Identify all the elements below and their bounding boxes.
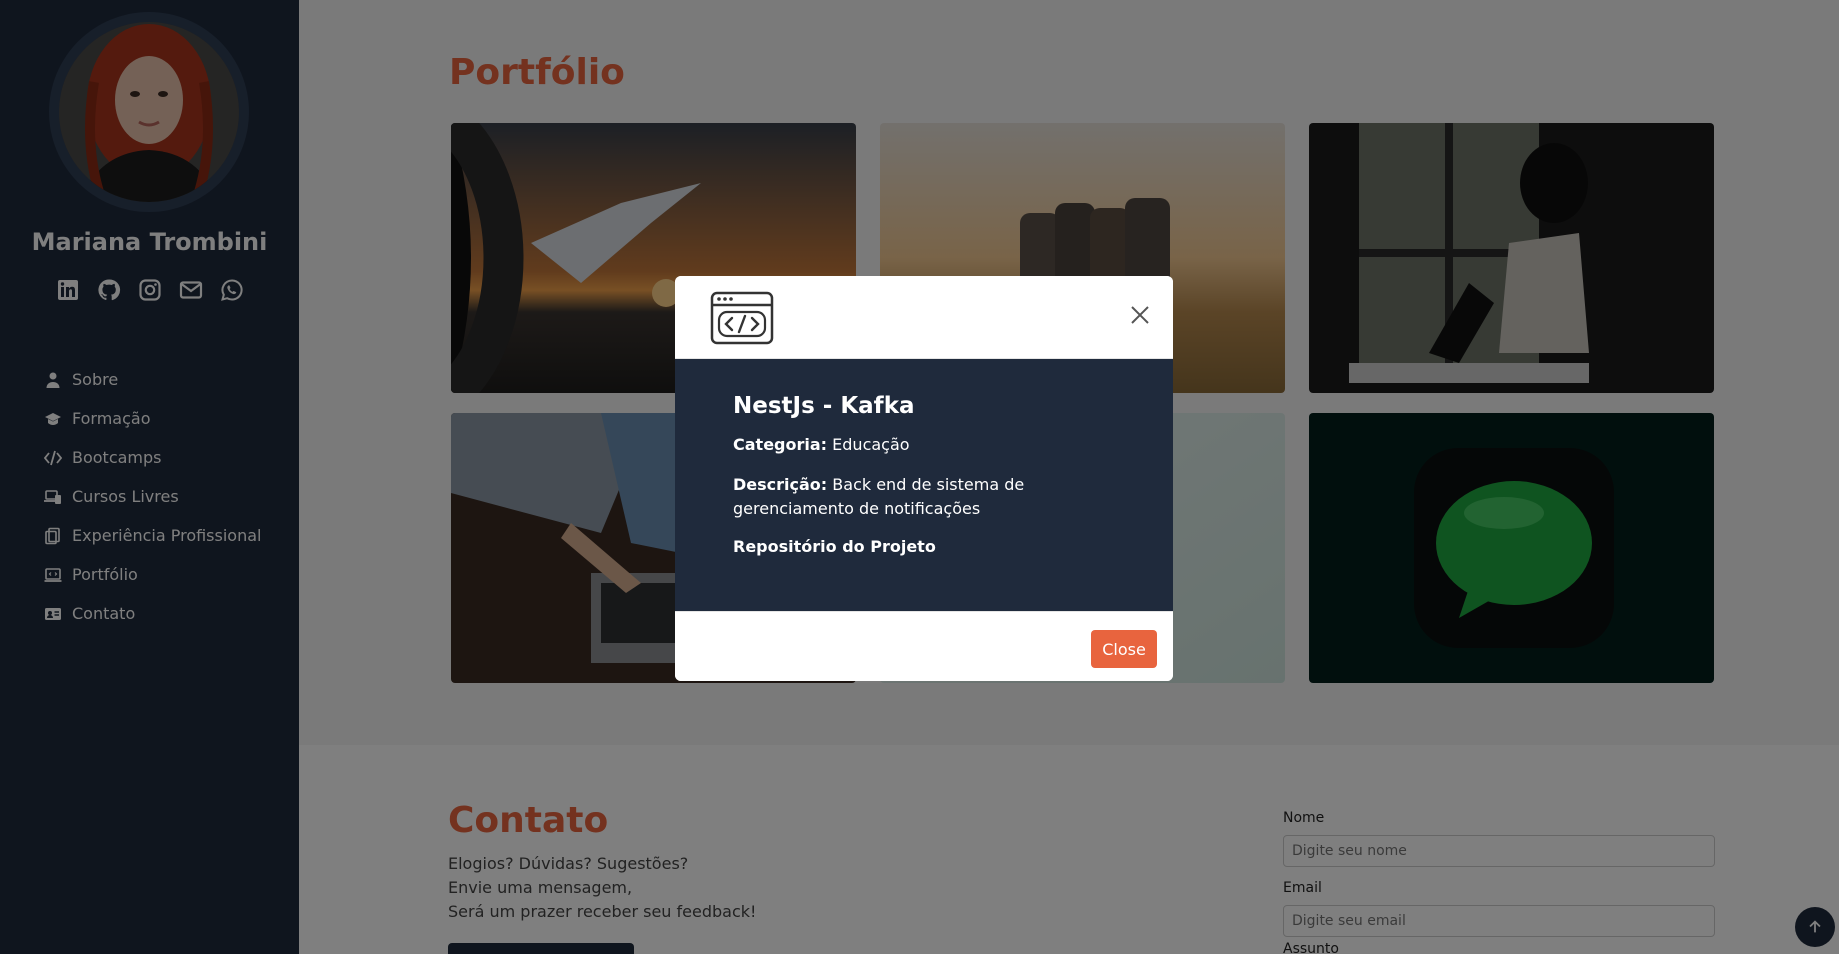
close-button[interactable]: Close (1091, 630, 1157, 668)
modal-category: Categoria: Educação (733, 433, 1115, 457)
modal-description: Descrição: Back end de sistema de gerenc… (733, 473, 1115, 521)
modal-body: NestJs - Kafka Categoria: Educação Descr… (675, 359, 1173, 611)
project-modal: NestJs - Kafka Categoria: Educação Descr… (675, 276, 1173, 681)
browser-code-icon (710, 291, 774, 345)
category-label: Categoria: (733, 435, 828, 454)
repository-link[interactable]: Repositório do Projeto (733, 537, 936, 556)
description-label: Descrição: (733, 475, 828, 494)
modal-header (675, 276, 1173, 359)
close-icon[interactable] (1129, 304, 1151, 326)
category-value: Educação (832, 435, 910, 454)
modal-footer: Close (675, 611, 1173, 681)
modal-title: NestJs - Kafka (733, 393, 915, 419)
